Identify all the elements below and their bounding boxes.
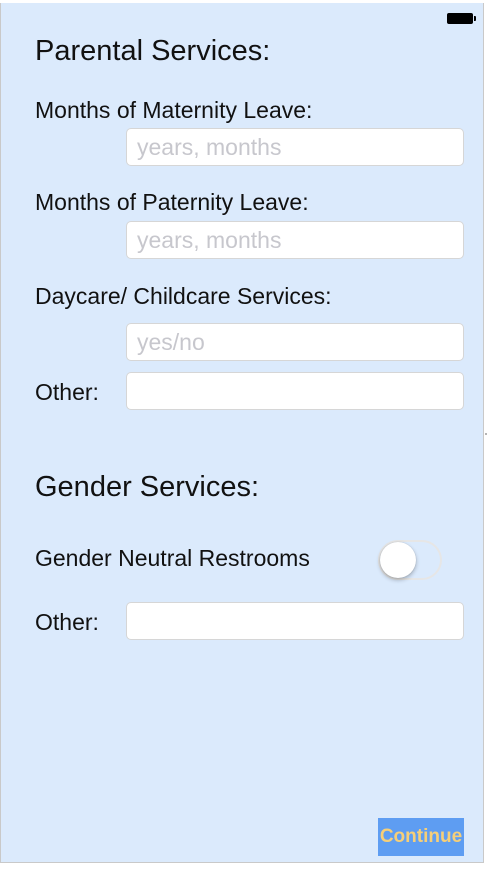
toggle-knob <box>380 542 416 578</box>
maternity-leave-label: Months of Maternity Leave: <box>35 97 313 123</box>
gender-neutral-restrooms-toggle[interactable] <box>378 540 442 580</box>
daycare-label: Daycare/ Childcare Services: <box>35 283 332 309</box>
maternity-leave-input[interactable] <box>126 128 464 166</box>
parental-services-title: Parental Services: <box>35 35 271 67</box>
parental-other-input[interactable] <box>126 372 464 410</box>
app-screen: Parental Services: Months of Maternity L… <box>0 3 484 863</box>
paternity-leave-label: Months of Paternity Leave: <box>35 189 309 215</box>
daycare-input[interactable] <box>126 323 464 361</box>
continue-button[interactable]: Continue <box>378 818 464 856</box>
gender-other-label: Other: <box>35 609 99 635</box>
parental-other-label: Other: <box>35 379 99 405</box>
battery-icon <box>447 13 476 24</box>
paternity-leave-input[interactable] <box>126 221 464 259</box>
gender-services-title: Gender Services: <box>35 471 260 503</box>
gender-other-input[interactable] <box>126 602 464 640</box>
gender-neutral-restrooms-label: Gender Neutral Restrooms <box>35 545 310 571</box>
edge-mark <box>485 433 487 435</box>
